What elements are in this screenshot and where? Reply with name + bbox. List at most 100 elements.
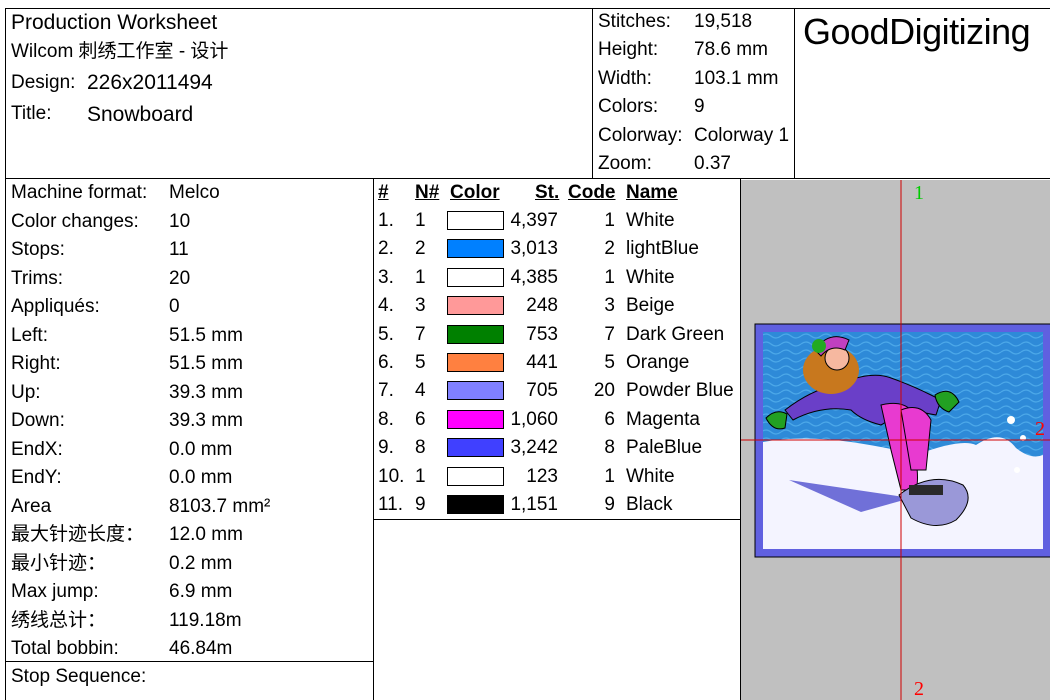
- row-number: 4.: [378, 295, 394, 317]
- col-header-color: Color: [450, 182, 500, 203]
- machine-stat-value: 39.3 mm: [169, 381, 243, 403]
- snow-spray: [1014, 467, 1020, 473]
- guide-marker-bottom: 2: [914, 678, 924, 700]
- header-divider: [5, 178, 1050, 179]
- row-name: Magenta: [626, 408, 700, 430]
- machine-stat-value: 12.0 mm: [169, 524, 243, 545]
- machine-stat-label: Machine format:: [11, 182, 148, 203]
- row-name: White: [626, 465, 675, 487]
- software-name: Wilcom 刺绣工作室 - 设计: [11, 41, 229, 62]
- color-swatch: [447, 211, 504, 230]
- machine-stat-value: 51.5 mm: [169, 324, 243, 346]
- rider-boots: [909, 485, 943, 495]
- row-code: 5: [604, 352, 615, 373]
- row-stitches: 4,397: [510, 210, 558, 231]
- row-name: White: [626, 266, 675, 288]
- row-number: 10.: [378, 465, 405, 487]
- stat-label: Colorway:: [598, 125, 683, 146]
- machine-stat-value: 11: [169, 239, 189, 260]
- machine-stat-label: Color changes:: [11, 210, 139, 232]
- col-header-code: Code: [568, 182, 616, 203]
- worksheet-title: Production Worksheet: [11, 11, 218, 34]
- row-stitches: 441: [526, 352, 558, 373]
- machine-stat-value: 10: [169, 210, 191, 232]
- row-code: 8: [604, 437, 615, 459]
- row-name: Dark Green: [626, 323, 725, 345]
- machine-stat-value: Melco: [169, 182, 220, 203]
- stat-value: 78.6 mm: [694, 39, 768, 60]
- row-number: 6.: [378, 352, 394, 373]
- row-number: 8.: [378, 408, 394, 430]
- header-stats-divider: [592, 8, 593, 178]
- row-number: 11.: [378, 494, 404, 515]
- row-code: 3: [604, 295, 615, 317]
- row-number: 7.: [378, 380, 394, 402]
- machine-stat-label: Max jump:: [11, 581, 99, 602]
- machine-stat-label: Right:: [11, 353, 61, 374]
- rider-hat-pom: [812, 339, 826, 353]
- row-needle: 1: [415, 210, 426, 231]
- machine-stat-label: Trims:: [11, 267, 64, 289]
- row-name: Powder Blue: [626, 380, 734, 402]
- machine-stat-label: Up:: [11, 381, 41, 403]
- color-swatch: [447, 466, 504, 486]
- stat-value: 19,518: [694, 11, 753, 32]
- title-value: Snowboard: [87, 103, 194, 126]
- row-stitches: 123: [526, 465, 558, 487]
- machine-stat-value: 51.5 mm: [169, 353, 243, 374]
- stat-value: 103.1 mm: [694, 68, 779, 89]
- machine-stat-label: 最小针迹：: [11, 552, 107, 574]
- col-header-stitches: St.: [535, 182, 560, 203]
- row-stitches: 753: [526, 323, 558, 345]
- machine-stat-label: Area: [11, 495, 52, 517]
- machine-stat-value: 8103.7 mm²: [169, 495, 271, 517]
- row-name: Orange: [626, 352, 690, 373]
- row-number: 9.: [378, 437, 394, 459]
- design-preview: 1 2 2: [741, 180, 1050, 700]
- row-needle: 7: [415, 323, 426, 345]
- machine-stat-value: 0.0 mm: [169, 438, 233, 460]
- brand-logo: GoodDigitizing: [803, 11, 1031, 52]
- row-stitches: 3,013: [510, 238, 558, 260]
- machine-stat-value: 20: [169, 267, 191, 289]
- stat-value: 9: [694, 96, 705, 117]
- row-code: 2: [604, 238, 615, 260]
- color-swatch: [447, 495, 504, 514]
- row-stitches: 1,060: [510, 408, 558, 430]
- machine-stat-value: 46.84m: [169, 638, 233, 659]
- stat-label: Stitches:: [598, 11, 671, 32]
- stat-value: 0.37: [694, 153, 731, 174]
- row-stitches: 248: [526, 295, 558, 317]
- row-code: 9: [604, 494, 615, 515]
- title-label: Title:: [11, 103, 52, 124]
- stat-label: Colors:: [598, 96, 659, 117]
- row-number: 2.: [378, 238, 394, 260]
- machine-stat-value: 119.18m: [169, 609, 242, 631]
- row-needle: 4: [415, 380, 426, 402]
- color-swatch: [447, 409, 504, 429]
- row-stitches: 1,151: [510, 494, 558, 515]
- color-swatch: [447, 353, 504, 372]
- row-needle: 8: [415, 437, 426, 459]
- machine-stat-label: Appliqués:: [11, 296, 100, 317]
- row-number: 3.: [378, 266, 394, 288]
- row-code: 7: [604, 323, 615, 345]
- guide-marker-top: 1: [914, 182, 924, 204]
- machine-stat-label: Stops:: [11, 239, 65, 260]
- machine-stat-label: Down:: [11, 410, 65, 431]
- row-number: 1.: [378, 210, 394, 231]
- design-value: 226x2011494: [87, 71, 213, 94]
- stat-label: Width:: [598, 68, 652, 89]
- machine-stat-label: EndX:: [11, 438, 63, 460]
- stat-label: Zoom:: [598, 153, 652, 174]
- stop-sequence-divider: [5, 661, 373, 662]
- color-swatch: [447, 438, 504, 458]
- col-header-needle: N#: [415, 182, 440, 203]
- machine-stat-label: Total bobbin:: [11, 638, 119, 659]
- left-border: [5, 8, 6, 700]
- row-needle: 6: [415, 408, 426, 430]
- col-header-num: #: [378, 182, 389, 203]
- color-swatch: [447, 239, 504, 259]
- row-code: 1: [604, 465, 615, 487]
- machine-stat-value: 0.2 mm: [169, 552, 233, 574]
